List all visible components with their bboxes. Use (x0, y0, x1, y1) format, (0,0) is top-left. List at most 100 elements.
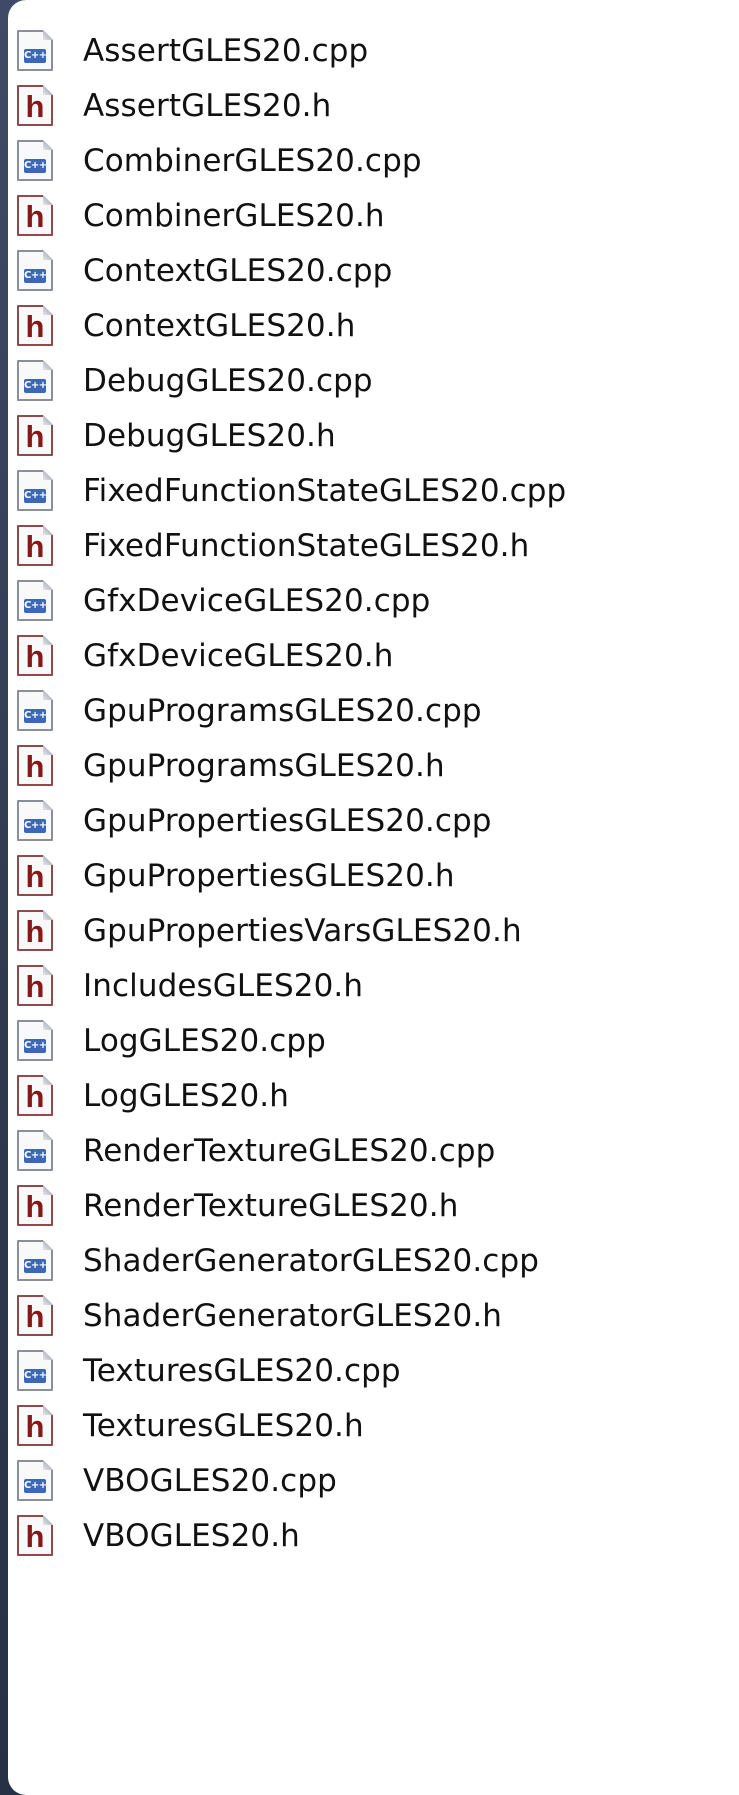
file-list-item-cpp[interactable]: C++ ShaderGeneratorGLES20.cpp (8, 1233, 739, 1288)
file-name: GpuPropertiesGLES20.cpp (83, 802, 492, 839)
file-name: VBOGLES20.cpp (83, 1462, 337, 1499)
file-icon-glyph: C++ (24, 48, 47, 63)
file-name: ShaderGeneratorGLES20.cpp (83, 1242, 539, 1279)
cpp-file-icon: C++ (17, 250, 53, 291)
file-name: RenderTextureGLES20.h (83, 1187, 459, 1224)
file-icon-glyph: C++ (24, 378, 47, 393)
file-list-item-cpp[interactable]: C++ FixedFunctionStateGLES20.cpp (8, 463, 739, 518)
file-list-item-cpp[interactable]: C++ LogGLES20.cpp (8, 1013, 739, 1068)
file-name: GpuProgramsGLES20.cpp (83, 692, 482, 729)
file-icon-glyph: C++ (24, 1368, 47, 1383)
header-file-icon: h (17, 1185, 53, 1226)
file-name: IncludesGLES20.h (83, 967, 364, 1004)
file-name: CombinerGLES20.h (83, 197, 385, 234)
file-list-item-cpp[interactable]: C++ VBOGLES20.cpp (8, 1453, 739, 1508)
cpp-file-icon: C++ (17, 360, 53, 401)
file-icon-glyph: h (25, 1189, 45, 1224)
file-name: ContextGLES20.h (83, 307, 356, 344)
file-icon-glyph: C++ (24, 1478, 47, 1493)
file-list-item-h[interactable]: h IncludesGLES20.h (8, 958, 739, 1013)
file-icon-glyph: h (25, 639, 45, 674)
file-list-item-h[interactable]: h DebugGLES20.h (8, 408, 739, 463)
file-icon-glyph: h (25, 309, 45, 344)
file-list-item-h[interactable]: h LogGLES20.h (8, 1068, 739, 1123)
header-file-icon: h (17, 305, 53, 346)
file-icon-glyph: C++ (24, 158, 47, 173)
file-name: GpuPropertiesGLES20.h (83, 857, 455, 894)
file-name: TexturesGLES20.cpp (83, 1352, 401, 1389)
header-file-icon: h (17, 525, 53, 566)
cpp-file-icon: C++ (17, 1240, 53, 1281)
file-name: FixedFunctionStateGLES20.h (83, 527, 530, 564)
file-list-item-h[interactable]: h VBOGLES20.h (8, 1508, 739, 1563)
file-name: DebugGLES20.h (83, 417, 336, 454)
file-name: GfxDeviceGLES20.h (83, 637, 394, 674)
cpp-file-icon: C++ (17, 690, 53, 731)
header-file-icon: h (17, 1075, 53, 1116)
cpp-file-icon: C++ (17, 140, 53, 181)
file-list-item-cpp[interactable]: C++ GpuPropertiesGLES20.cpp (8, 793, 739, 848)
file-name: CombinerGLES20.cpp (83, 142, 422, 179)
file-icon-glyph: C++ (24, 598, 47, 613)
cpp-file-icon: C++ (17, 1130, 53, 1171)
file-list-item-h[interactable]: h ShaderGeneratorGLES20.h (8, 1288, 739, 1343)
file-list-item-cpp[interactable]: C++ GpuProgramsGLES20.cpp (8, 683, 739, 738)
header-file-icon: h (17, 1295, 53, 1336)
file-icon-glyph: C++ (24, 1258, 47, 1273)
file-list-panel: C++ AssertGLES20.cpp h AssertGLES20.h C+… (8, 0, 739, 1795)
file-list-item-cpp[interactable]: C++ GfxDeviceGLES20.cpp (8, 573, 739, 628)
file-name: GpuPropertiesVarsGLES20.h (83, 912, 522, 949)
header-file-icon: h (17, 745, 53, 786)
file-icon-glyph: h (25, 859, 45, 894)
file-icon-glyph: h (25, 969, 45, 1004)
header-file-icon: h (17, 1405, 53, 1446)
file-icon-glyph: C++ (24, 488, 47, 503)
file-name: VBOGLES20.h (83, 1517, 300, 1554)
file-icon-glyph: h (25, 89, 45, 124)
file-list-item-h[interactable]: h GfxDeviceGLES20.h (8, 628, 739, 683)
file-list-item-h[interactable]: h ContextGLES20.h (8, 298, 739, 353)
header-file-icon: h (17, 85, 53, 126)
file-name: ContextGLES20.cpp (83, 252, 393, 289)
file-list-item-cpp[interactable]: C++ TexturesGLES20.cpp (8, 1343, 739, 1398)
file-name: AssertGLES20.h (83, 87, 332, 124)
file-list-item-h[interactable]: h AssertGLES20.h (8, 78, 739, 133)
file-list-item-h[interactable]: h GpuPropertiesGLES20.h (8, 848, 739, 903)
file-list-item-h[interactable]: h CombinerGLES20.h (8, 188, 739, 243)
file-list-item-h[interactable]: h GpuProgramsGLES20.h (8, 738, 739, 793)
header-file-icon: h (17, 910, 53, 951)
cpp-file-icon: C++ (17, 580, 53, 621)
cpp-file-icon: C++ (17, 1020, 53, 1061)
file-list-item-cpp[interactable]: C++ RenderTextureGLES20.cpp (8, 1123, 739, 1178)
file-list-item-cpp[interactable]: C++ ContextGLES20.cpp (8, 243, 739, 298)
file-name: RenderTextureGLES20.cpp (83, 1132, 496, 1169)
file-name: AssertGLES20.cpp (83, 32, 369, 69)
file-icon-glyph: h (25, 529, 45, 564)
header-file-icon: h (17, 635, 53, 676)
file-icon-glyph: h (25, 419, 45, 454)
file-list-item-h[interactable]: h RenderTextureGLES20.h (8, 1178, 739, 1233)
file-list: C++ AssertGLES20.cpp h AssertGLES20.h C+… (8, 23, 739, 1563)
file-name: LogGLES20.cpp (83, 1022, 326, 1059)
file-list-item-cpp[interactable]: C++ CombinerGLES20.cpp (8, 133, 739, 188)
file-list-item-cpp[interactable]: C++ AssertGLES20.cpp (8, 23, 739, 78)
file-name: GfxDeviceGLES20.cpp (83, 582, 431, 619)
file-name: DebugGLES20.cpp (83, 362, 373, 399)
file-icon-glyph: h (25, 1519, 45, 1554)
cpp-file-icon: C++ (17, 1350, 53, 1391)
file-icon-glyph: h (25, 1409, 45, 1444)
file-list-item-h[interactable]: h TexturesGLES20.h (8, 1398, 739, 1453)
file-icon-glyph: C++ (24, 708, 47, 723)
file-name: TexturesGLES20.h (83, 1407, 364, 1444)
cpp-file-icon: C++ (17, 800, 53, 841)
file-icon-glyph: C++ (24, 1148, 47, 1163)
file-list-item-h[interactable]: h GpuPropertiesVarsGLES20.h (8, 903, 739, 958)
header-file-icon: h (17, 855, 53, 896)
header-file-icon: h (17, 965, 53, 1006)
file-list-item-cpp[interactable]: C++ DebugGLES20.cpp (8, 353, 739, 408)
cpp-file-icon: C++ (17, 30, 53, 71)
file-name: ShaderGeneratorGLES20.h (83, 1297, 503, 1334)
header-file-icon: h (17, 195, 53, 236)
file-icon-glyph: C++ (24, 818, 47, 833)
file-list-item-h[interactable]: h FixedFunctionStateGLES20.h (8, 518, 739, 573)
